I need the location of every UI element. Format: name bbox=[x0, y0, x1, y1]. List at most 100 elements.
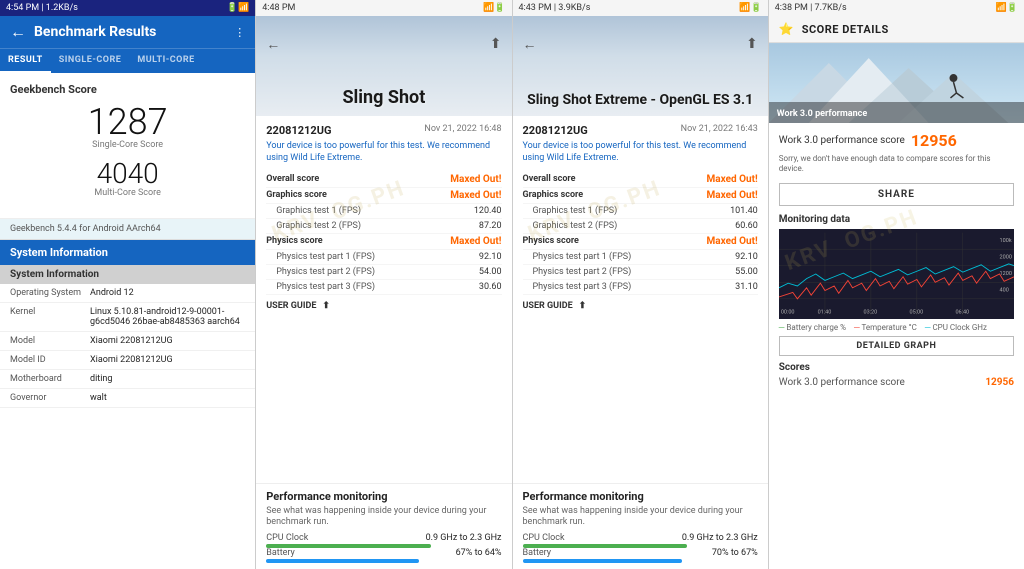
more-icon[interactable]: ⋮ bbox=[234, 26, 245, 39]
info-val-model: Xiaomi 22081212UG bbox=[90, 336, 245, 346]
perf-title-2: Performance monitoring bbox=[266, 490, 501, 503]
sling-warning: Your device is too powerful for this tes… bbox=[266, 141, 501, 164]
cpu-key-3: CPU Clock bbox=[523, 533, 565, 543]
battery-bar-2 bbox=[266, 559, 419, 563]
sling-share-icon-3[interactable]: ⬆ bbox=[746, 36, 758, 52]
detailed-graph-button[interactable]: DETAILED GRAPH bbox=[779, 336, 1014, 356]
g2-val: 87.20 bbox=[479, 221, 502, 231]
sling-warning-3: Your device is too powerful for this tes… bbox=[523, 141, 758, 164]
g1-label-3: Graphics test 1 (FPS) bbox=[533, 206, 618, 216]
p3-label-3: Physics test part 3 (FPS) bbox=[533, 282, 632, 292]
sling-content-2: 22081212UG Nov 21, 2022 16:48 Your devic… bbox=[256, 116, 511, 483]
share-icon-2[interactable]: ⬆ bbox=[322, 301, 330, 311]
benchmark-title: Benchmark Results bbox=[34, 24, 226, 40]
user-guide-3[interactable]: USER GUIDE ⬆ bbox=[523, 301, 758, 311]
sling-date-3: Nov 21, 2022 16:43 bbox=[681, 124, 758, 137]
perf-desc-2: See what was happening inside your devic… bbox=[266, 506, 501, 529]
sling-back-icon-3[interactable]: ← bbox=[523, 36, 537, 53]
physics-row: Physics score Maxed Out! bbox=[266, 234, 501, 250]
system-info-header: System Information bbox=[0, 240, 255, 265]
score-icon: ⭐ bbox=[779, 22, 794, 36]
temp-legend: ─ Temperature °C bbox=[854, 323, 917, 332]
p2-label-3: Physics test part 2 (FPS) bbox=[533, 267, 632, 277]
scores-section-title: Scores bbox=[779, 362, 1014, 373]
tab-result[interactable]: RESULT bbox=[0, 49, 51, 73]
overall-row-3: Overall score Maxed Out! bbox=[523, 172, 758, 188]
work-score-value: 12956 bbox=[911, 131, 957, 150]
graphics-val-3: Maxed Out! bbox=[707, 190, 758, 201]
g2-row-3: Graphics test 2 (FPS) 60.60 bbox=[523, 219, 758, 234]
sling-table-2: Overall score Maxed Out! Graphics score … bbox=[266, 172, 501, 295]
g1-row-3: Graphics test 1 (FPS) 101.40 bbox=[523, 204, 758, 219]
sling-extreme-title: Sling Shot Extreme - OpenGL ES 3.1 bbox=[527, 92, 753, 108]
physics-label-3: Physics score bbox=[523, 236, 579, 247]
p2-row: Physics test part 2 (FPS) 54.00 bbox=[266, 265, 501, 280]
geekbench-content: Geekbench Score 1287 Single-Core Score 4… bbox=[0, 73, 255, 569]
physics-row-3: Physics score Maxed Out! bbox=[523, 234, 758, 250]
status-bar-4: 4:38 PM | 7.7KB/s 📶🔋 bbox=[769, 0, 1024, 16]
graphics-row: Graphics score Maxed Out! bbox=[266, 188, 501, 204]
score-details-header: ⭐ SCORE DETAILS bbox=[769, 16, 1024, 43]
p3-val: 30.60 bbox=[479, 282, 502, 292]
info-row-motherboard: Motherboard diting bbox=[0, 370, 255, 389]
info-val-modelid: Xiaomi 22081212UG bbox=[90, 355, 245, 365]
sling-share-icon[interactable]: ⬆ bbox=[490, 36, 502, 52]
svg-text:2000: 2000 bbox=[999, 254, 1011, 260]
graphics-label: Graphics score bbox=[266, 190, 327, 201]
hero-label: Work 3.0 performance bbox=[777, 109, 867, 119]
cpu-row-2: CPU Clock 0.9 GHz to 2.3 GHz bbox=[266, 533, 501, 543]
share-button[interactable]: SHARE bbox=[779, 183, 1014, 206]
p1-val: 92.10 bbox=[479, 252, 502, 262]
info-key-motherboard: Motherboard bbox=[10, 374, 90, 384]
score-details-title: SCORE DETAILS bbox=[802, 23, 889, 36]
sling-shot-title: Sling Shot bbox=[342, 87, 425, 108]
score-hero: Work 3.0 performance bbox=[769, 43, 1024, 123]
single-core-score: 1287 bbox=[10, 104, 245, 140]
sysinfo-section-label: System Information bbox=[0, 265, 255, 284]
back-icon[interactable]: ← bbox=[10, 22, 26, 42]
status-bar-3: 4:43 PM | 3.9KB/s 📶🔋 bbox=[513, 0, 768, 16]
info-key-os: Operating System bbox=[10, 288, 90, 298]
physics-val: Maxed Out! bbox=[450, 236, 501, 247]
hero-overlay: Work 3.0 performance bbox=[769, 102, 1024, 123]
sorry-text: Sorry, we don't have enough data to comp… bbox=[779, 154, 1014, 175]
p3-row: Physics test part 3 (FPS) 30.60 bbox=[266, 280, 501, 295]
status-time-3: 4:43 PM | 3.9KB/s bbox=[519, 3, 591, 13]
tab-multi-core[interactable]: MULTI-CORE bbox=[129, 49, 202, 73]
p2-row-3: Physics test part 2 (FPS) 55.00 bbox=[523, 265, 758, 280]
tab-single-core[interactable]: SINGLE-CORE bbox=[51, 49, 130, 73]
svg-text:400: 400 bbox=[999, 287, 1008, 293]
graphics-label-3: Graphics score bbox=[523, 190, 584, 201]
user-guide-2[interactable]: USER GUIDE ⬆ bbox=[266, 301, 501, 311]
svg-text:1200: 1200 bbox=[999, 271, 1011, 277]
work-score-row: Work 3.0 performance score 12956 bbox=[779, 131, 1014, 150]
g1-row: Graphics test 1 (FPS) 120.40 bbox=[266, 204, 501, 219]
cpu-val-3: 0.9 GHz to 2.3 GHz bbox=[682, 533, 758, 543]
g1-val: 120.40 bbox=[474, 206, 502, 216]
score-section: Geekbench Score 1287 Single-Core Score 4… bbox=[0, 73, 255, 219]
sling-device-id: 22081212UG bbox=[266, 124, 331, 137]
info-key-model: Model bbox=[10, 336, 90, 346]
monitoring-chart: 00:00 01:40 03:20 05:00 06:40 100k 2000 … bbox=[779, 229, 1014, 319]
final-score-row: Work 3.0 performance score 12956 bbox=[779, 377, 1014, 388]
battery-val-3: 70% to 67% bbox=[712, 548, 758, 558]
g2-label-3: Graphics test 2 (FPS) bbox=[533, 221, 618, 231]
cpu-legend: ─ CPU Clock GHz bbox=[925, 323, 987, 332]
cpu-row-3: CPU Clock 0.9 GHz to 2.3 GHz bbox=[523, 533, 758, 543]
benchmark-tabs: RESULT SINGLE-CORE MULTI-CORE bbox=[0, 48, 255, 73]
p3-val-3: 31.10 bbox=[735, 282, 758, 292]
share-icon-3[interactable]: ⬆ bbox=[579, 301, 587, 311]
geekbench-version: Geekbench 5.4.4 for Android AArch64 bbox=[0, 219, 255, 240]
overall-label: Overall score bbox=[266, 174, 319, 185]
svg-text:01:40: 01:40 bbox=[817, 309, 831, 315]
sling-device-id-3: 22081212UG bbox=[523, 124, 588, 137]
status-icons-3: 📶🔋 bbox=[739, 3, 761, 13]
battery-row-2: Battery 67% to 64% bbox=[266, 548, 501, 558]
physics-label: Physics score bbox=[266, 236, 322, 247]
sling-id-row: 22081212UG Nov 21, 2022 16:48 bbox=[266, 124, 501, 137]
svg-text:00:00: 00:00 bbox=[781, 309, 795, 315]
sling-back-icon[interactable]: ← bbox=[266, 36, 280, 53]
p1-label-3: Physics test part 1 (FPS) bbox=[533, 252, 632, 262]
multi-core-score: 4040 bbox=[10, 160, 245, 188]
info-row-governor: Governor walt bbox=[0, 389, 255, 408]
